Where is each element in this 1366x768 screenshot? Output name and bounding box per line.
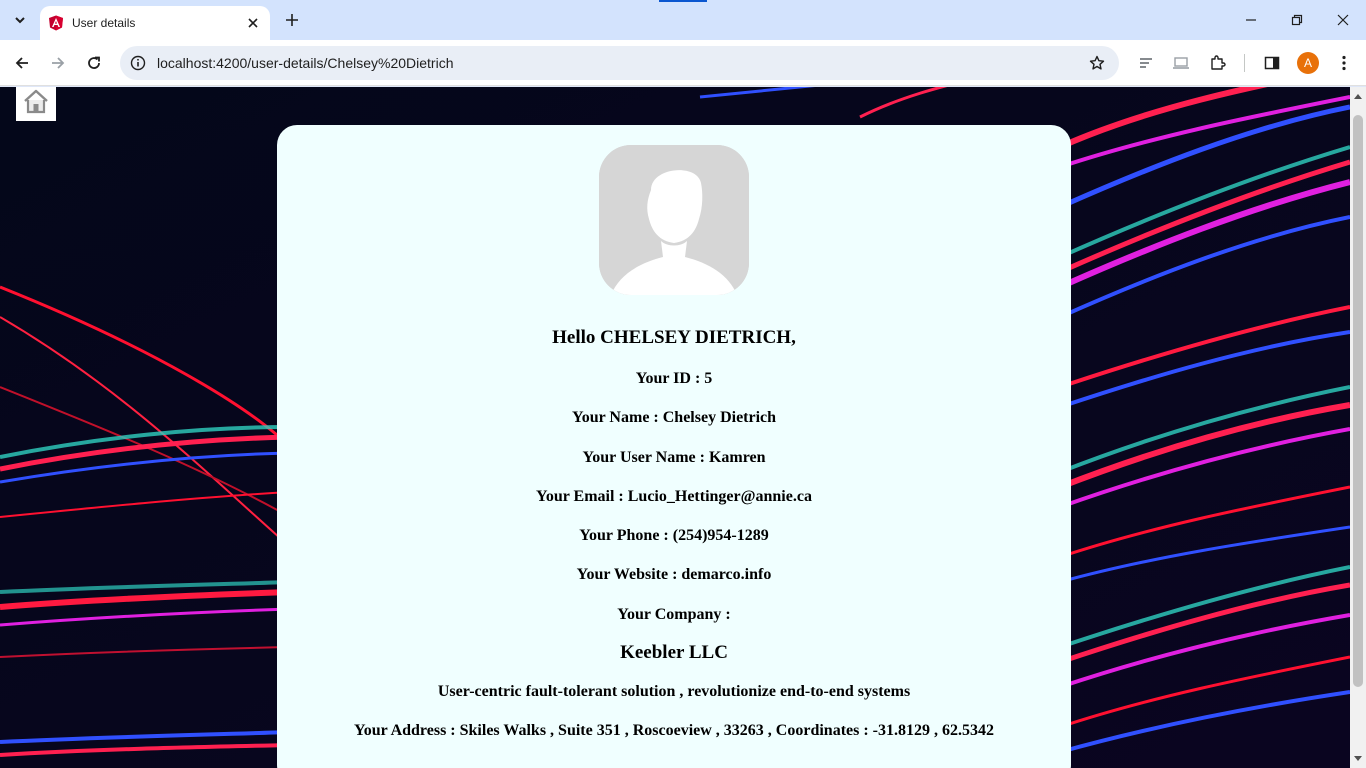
arrow-right-icon: [52, 57, 65, 69]
user-username-field: Your User Name : Kamren: [582, 449, 766, 466]
home-button[interactable]: [16, 87, 56, 121]
restore-icon: [1291, 14, 1303, 26]
greeting-heading: Hello CHELSEY DIETRICH,: [552, 327, 796, 348]
tab-strip-accent: [659, 0, 707, 2]
user-id-field: Your ID : 5: [635, 370, 713, 387]
tab-title: User details: [72, 16, 136, 30]
info-icon: [130, 55, 146, 71]
toolbar-separator: [1244, 54, 1245, 72]
reload-icon: [88, 56, 100, 69]
site-info-button[interactable]: [128, 53, 148, 73]
user-address-field: Your Address : Skiles Walks , Suite 351 …: [353, 722, 995, 739]
extensions-button[interactable]: [1206, 51, 1230, 75]
reading-list-icon: [1140, 58, 1152, 68]
company-catchphrase: User-centric fault-tolerant solution , r…: [437, 683, 911, 700]
arrow-left-icon: [15, 57, 28, 69]
forward-button[interactable]: [46, 51, 70, 75]
chevron-down-icon: [15, 17, 25, 24]
star-icon: [1089, 55, 1105, 70]
menu-button[interactable]: [1332, 51, 1356, 75]
url-text[interactable]: localhost:4200/user-details/Chelsey%20Di…: [157, 55, 454, 71]
close-icon: [248, 18, 258, 28]
profile-photo: [599, 145, 749, 295]
user-name-field: Your Name : Chelsey Dietrich: [571, 409, 777, 426]
user-email-field: Your Email : Lucio_Hettinger@annie.ca: [536, 488, 812, 505]
minimize-button[interactable]: [1239, 8, 1263, 32]
minimize-icon: [1246, 19, 1256, 21]
puzzle-icon: [1211, 55, 1226, 70]
bookmark-button[interactable]: [1087, 53, 1107, 73]
user-website-field: Your Website : demarco.info: [576, 566, 772, 583]
tab-close-button[interactable]: [244, 14, 262, 32]
tab-user-details[interactable]: User details: [40, 6, 270, 40]
company-label: Your Company :: [617, 606, 731, 623]
restore-button[interactable]: [1285, 8, 1309, 32]
address-bar[interactable]: localhost:4200/user-details/Chelsey%20Di…: [120, 46, 1119, 80]
side-panel-button[interactable]: [1260, 51, 1284, 75]
profile-avatar[interactable]: A: [1297, 52, 1319, 74]
scroll-down-button[interactable]: [1350, 752, 1366, 766]
side-panel-icon: [1264, 56, 1280, 70]
scrollbar-thumb[interactable]: [1353, 115, 1363, 687]
new-tab-button[interactable]: [282, 10, 302, 30]
user-phone-field: Your Phone : (254)954-1289: [579, 527, 769, 544]
page-scrollbar[interactable]: [1350, 87, 1366, 768]
page-viewport: Hello CHELSEY DIETRICH, Your ID : 5 Your…: [0, 87, 1350, 768]
back-button[interactable]: [10, 51, 34, 75]
tab-search-button[interactable]: [6, 7, 34, 33]
reload-button[interactable]: [82, 51, 106, 75]
user-details-card: Hello CHELSEY DIETRICH, Your ID : 5 Your…: [277, 125, 1071, 768]
user-silhouette-icon: [599, 145, 749, 295]
triangle-up-icon: [1354, 94, 1362, 99]
laptop-icon: [1173, 57, 1189, 69]
close-window-button[interactable]: [1331, 8, 1355, 32]
tab-strip: User details: [0, 0, 1366, 40]
close-icon: [1337, 14, 1349, 26]
home-icon: [24, 89, 48, 114]
browser-toolbar: localhost:4200/user-details/Chelsey%20Di…: [0, 40, 1366, 86]
triangle-down-icon: [1354, 756, 1362, 761]
cast-button[interactable]: [1169, 51, 1193, 75]
more-vertical-icon: [1342, 55, 1346, 71]
company-name: Keebler LLC: [620, 642, 728, 663]
angular-favicon-icon: [49, 15, 63, 31]
plus-icon: [286, 14, 298, 26]
reading-list-button[interactable]: [1134, 51, 1158, 75]
scroll-up-button[interactable]: [1350, 89, 1366, 103]
